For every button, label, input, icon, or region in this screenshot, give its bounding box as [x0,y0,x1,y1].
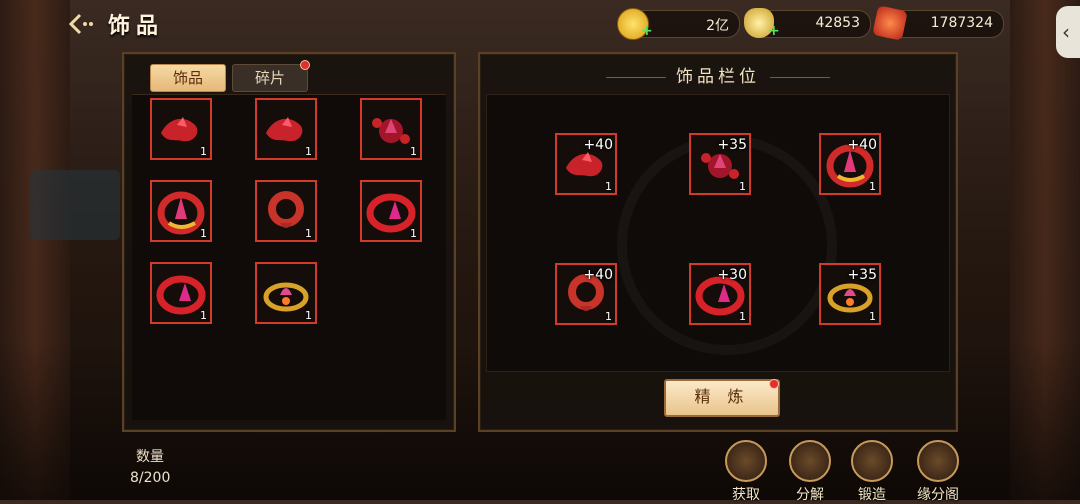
tab-fragments[interactable]: 碎片 [232,64,308,92]
forge-label: 锻造 [858,487,886,503]
currency-token[interactable]: 1787324 [872,5,1004,41]
side-menu-toggle[interactable]: ‹ [1056,6,1080,58]
item-count: 1 [739,180,746,193]
item-count: 1 [200,145,207,158]
count-value: 8/200 [130,470,171,486]
item-count: 1 [200,227,207,240]
item-count: 1 [305,145,312,158]
inventory-item-slot[interactable]: 1 [150,180,212,242]
item-count: 1 [410,227,417,240]
currency-silver[interactable]: + 42853 [744,8,871,39]
forge-hammer-icon [851,440,893,482]
inventory-item-slot[interactable]: 1 [150,98,212,160]
item-count: 1 [200,309,207,322]
obtain-icon [725,440,767,482]
back-arrow-icon[interactable] [66,10,94,38]
item-count: 1 [605,180,612,193]
item-count: 1 [869,310,876,323]
gold-amount: 2亿 [706,18,729,34]
item-count: 1 [410,145,417,158]
refine-button[interactable]: 精 炼 [664,379,780,417]
pavilion-icon [917,440,959,482]
inventory-item-slot[interactable]: 1 [360,180,422,242]
decompose-button[interactable]: 分解 [785,440,835,504]
token-amount: 1787324 [930,15,993,31]
currency-gold[interactable]: + 2亿 [617,8,740,40]
inventory-item-slot[interactable]: 1 [360,98,422,160]
item-count: 1 [305,227,312,240]
slots-title: 饰品栏位 [676,67,760,87]
inventory-item-slot[interactable]: 1 [150,262,212,324]
item-count: 1 [869,180,876,193]
add-silver-icon[interactable]: + [768,23,780,39]
forge-button[interactable]: 锻造 [847,440,897,504]
inventory-item-slot[interactable]: 1 [255,98,317,160]
title-divider-left [606,76,666,78]
inventory-item-slot[interactable]: 1 [255,180,317,242]
jade-token-icon [872,5,908,41]
tab-accessories[interactable]: 饰品 [150,64,226,92]
item-count: 1 [605,310,612,323]
item-count: 1 [739,310,746,323]
equipped-item-slot[interactable]: +35 1 [819,263,881,325]
refine-notification-dot [769,379,779,389]
enhance-level: +30 [717,267,747,283]
item-count: 1 [305,309,312,322]
title-divider-right [770,76,830,78]
enhance-level: +40 [847,137,877,153]
page-title: 饰品 [108,14,165,39]
chevron-left-icon: ‹ [1062,20,1070,44]
silver-amount: 42853 [815,15,860,31]
equipped-item-slot[interactable]: +40 1 [555,263,617,325]
enhance-level: +40 [583,137,613,153]
equipped-item-slot[interactable]: +35 1 [689,133,751,195]
decompose-icon [789,440,831,482]
enhance-level: +40 [583,267,613,283]
pavilion-label: 缘分阁 [917,487,959,503]
obtain-label: 获取 [732,487,760,503]
fragments-notification-dot [300,60,310,70]
slots-panel: 饰品栏位 [478,52,958,432]
background-window [30,170,120,240]
add-gold-icon[interactable]: + [641,23,653,39]
slots-title-row: 饰品栏位 [480,62,956,87]
inventory-item-slot[interactable]: 1 [255,262,317,324]
decompose-label: 分解 [796,487,824,503]
enhance-level: +35 [847,267,877,283]
equipped-item-slot[interactable]: +30 1 [689,263,751,325]
equipped-item-slot[interactable]: +40 1 [819,133,881,195]
count-label: 数量 [136,449,164,465]
pavilion-button[interactable]: 缘分阁 [910,440,966,504]
equipped-item-slot[interactable]: +40 1 [555,133,617,195]
enhance-level: +35 [717,137,747,153]
obtain-button[interactable]: 获取 [721,440,771,504]
